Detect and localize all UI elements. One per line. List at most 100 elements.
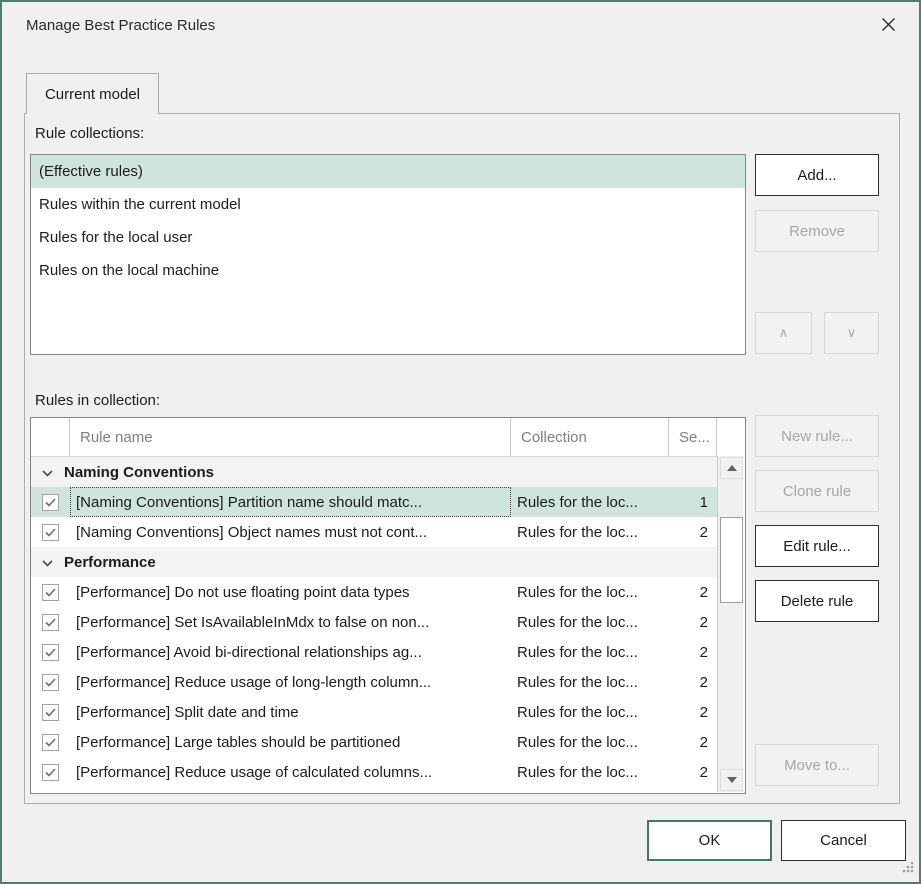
tab-label: Current model	[45, 86, 140, 103]
grid-header-row: Rule name Collection Se...	[31, 418, 745, 456]
chevron-down-icon[interactable]	[42, 554, 53, 571]
rule-name-cell[interactable]: [Performance] Set IsAvailableInMdx to fa…	[70, 614, 511, 631]
rule-name-cell[interactable]: [Performance] Avoid bi-directional relat…	[70, 644, 511, 661]
rule-severity-cell[interactable]: 1	[669, 494, 717, 511]
rule-checkbox[interactable]	[42, 524, 59, 541]
collection-list-item[interactable]: Rules within the current model	[31, 188, 745, 221]
check-icon	[45, 734, 56, 751]
resize-grip-icon	[899, 858, 915, 874]
rule-collection-cell[interactable]: Rules for the loc...	[511, 674, 669, 691]
rule-collection-cell[interactable]: Rules for the loc...	[511, 494, 669, 511]
rule-collection-cell[interactable]: Rules for the loc...	[511, 734, 669, 751]
delete-rule-button[interactable]: Delete rule	[755, 580, 879, 622]
new-rule-button: New rule...	[755, 415, 879, 457]
rule-checkbox-cell	[31, 494, 70, 511]
rule-collections-listbox[interactable]: (Effective rules)Rules within the curren…	[30, 154, 746, 355]
rule-row[interactable]: [Performance] Do not use floating point …	[31, 577, 717, 607]
rule-collection-cell[interactable]: Rules for the loc...	[511, 584, 669, 601]
rule-name-cell[interactable]: [Naming Conventions] Object names must n…	[70, 524, 511, 541]
rule-row[interactable]: [Performance] Reduce usage of calculated…	[31, 757, 717, 787]
edit-rule-button[interactable]: Edit rule...	[755, 525, 879, 567]
rule-name-cell[interactable]: [Performance] Split date and time	[70, 704, 511, 721]
rule-checkbox-cell	[31, 734, 70, 751]
group-row[interactable]: Naming Conventions	[31, 457, 717, 487]
scroll-up-button[interactable]	[720, 457, 743, 479]
column-header-filler	[717, 418, 745, 456]
rule-name-cell[interactable]: [Performance] Large tables should be par…	[70, 734, 511, 751]
rule-row[interactable]: [Performance] Set IsAvailableInMdx to fa…	[31, 607, 717, 637]
group-label: Naming Conventions	[64, 464, 214, 481]
group-row[interactable]: Performance	[31, 547, 717, 577]
rule-severity-cell[interactable]: 2	[669, 524, 717, 541]
column-header-severity[interactable]: Se...	[669, 418, 717, 456]
rule-checkbox[interactable]	[42, 704, 59, 721]
rule-severity-cell[interactable]: 2	[669, 734, 717, 751]
dialog-title: Manage Best Practice Rules	[26, 17, 215, 34]
scroll-up-icon	[727, 465, 737, 471]
move-up-button: ∧	[755, 312, 812, 354]
cancel-button[interactable]: Cancel	[781, 820, 906, 861]
rule-row[interactable]: [Performance] Reduce usage of long-lengt…	[31, 667, 717, 697]
rule-severity-cell[interactable]: 2	[669, 674, 717, 691]
close-button[interactable]	[874, 12, 902, 40]
remove-button: Remove	[755, 210, 879, 252]
rule-checkbox-cell	[31, 614, 70, 631]
rule-name-cell[interactable]: [Performance] Reduce usage of long-lengt…	[70, 674, 511, 691]
tab-current-model[interactable]: Current model	[26, 73, 159, 114]
rule-severity-cell[interactable]: 2	[669, 644, 717, 661]
collection-list-item[interactable]: Rules on the local machine	[31, 254, 745, 287]
resize-grip[interactable]	[899, 858, 915, 878]
check-icon	[45, 494, 56, 511]
rule-checkbox[interactable]	[42, 764, 59, 781]
check-icon	[45, 584, 56, 601]
rule-row[interactable]: [Performance] Large tables should be par…	[31, 727, 717, 757]
rule-row[interactable]: [Performance] Avoid bi-directional relat…	[31, 637, 717, 667]
collection-list-item[interactable]: (Effective rules)	[31, 155, 745, 188]
check-icon	[45, 674, 56, 691]
scrollbar-thumb[interactable]	[720, 517, 743, 603]
grid-scrollbar[interactable]	[717, 456, 743, 792]
rule-checkbox[interactable]	[42, 494, 59, 511]
move-to-button: Move to...	[755, 744, 879, 786]
rule-checkbox[interactable]	[42, 584, 59, 601]
rule-severity-cell[interactable]: 2	[669, 614, 717, 631]
rule-checkbox-cell	[31, 704, 70, 721]
chevron-up-icon: ∧	[779, 325, 789, 341]
rule-name-cell[interactable]: [Performance] Reduce usage of calculated…	[70, 764, 511, 781]
chevron-down-icon[interactable]	[42, 464, 53, 481]
grid-rows: Naming Conventions [Naming Conventions] P…	[31, 456, 717, 787]
rule-checkbox-cell	[31, 524, 70, 541]
check-icon	[45, 764, 56, 781]
rule-row[interactable]: [Naming Conventions] Partition name shou…	[31, 487, 717, 517]
rule-collection-cell[interactable]: Rules for the loc...	[511, 644, 669, 661]
rule-severity-cell[interactable]: 2	[669, 704, 717, 721]
rule-row[interactable]: [Naming Conventions] Object names must n…	[31, 517, 717, 547]
rule-severity-cell[interactable]: 2	[669, 764, 717, 781]
rule-name-cell[interactable]: [Performance] Do not use floating point …	[70, 584, 511, 601]
rule-collection-cell[interactable]: Rules for the loc...	[511, 764, 669, 781]
column-header-collection[interactable]: Collection	[511, 418, 669, 456]
check-icon	[45, 644, 56, 661]
check-icon	[45, 614, 56, 631]
rule-collection-cell[interactable]: Rules for the loc...	[511, 524, 669, 541]
scroll-down-icon	[727, 777, 737, 783]
scroll-down-button[interactable]	[720, 769, 743, 791]
column-header-checkbox[interactable]	[31, 418, 70, 456]
rule-row[interactable]: [Performance] Split date and timeRules f…	[31, 697, 717, 727]
column-header-rule-name[interactable]: Rule name	[70, 418, 511, 456]
rule-checkbox-cell	[31, 584, 70, 601]
rule-collection-cell[interactable]: Rules for the loc...	[511, 704, 669, 721]
rule-checkbox[interactable]	[42, 734, 59, 751]
rule-checkbox[interactable]	[42, 674, 59, 691]
rules-grid: Rule name Collection Se... Naming Conven…	[30, 417, 746, 794]
chevron-down-icon: ∨	[847, 325, 857, 341]
add-button[interactable]: Add...	[755, 154, 879, 196]
rule-severity-cell[interactable]: 2	[669, 584, 717, 601]
ok-button[interactable]: OK	[647, 820, 772, 861]
collection-list-item[interactable]: Rules for the local user	[31, 221, 745, 254]
rule-name-cell[interactable]: [Naming Conventions] Partition name shou…	[70, 487, 511, 517]
manage-best-practice-rules-dialog: Manage Best Practice Rules Current model…	[0, 0, 921, 884]
rule-checkbox[interactable]	[42, 644, 59, 661]
rule-checkbox[interactable]	[42, 614, 59, 631]
rule-collection-cell[interactable]: Rules for the loc...	[511, 614, 669, 631]
